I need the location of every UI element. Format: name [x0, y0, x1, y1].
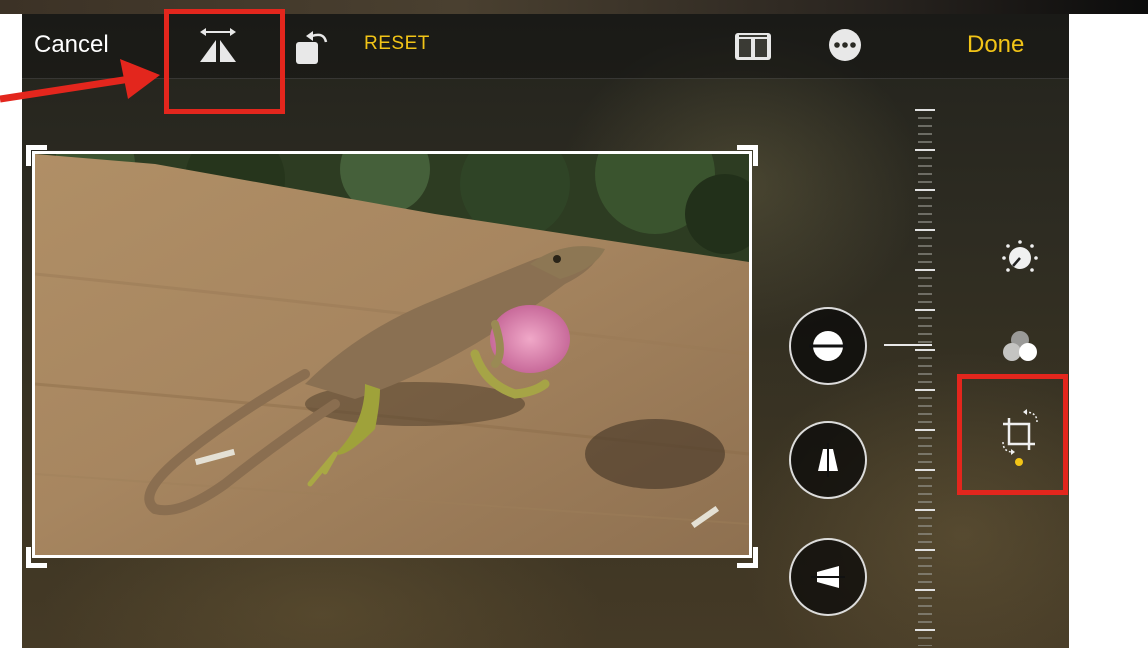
horizontal-perspective-button[interactable] [789, 538, 867, 616]
more-icon[interactable] [828, 28, 862, 62]
annotation-box-crop [957, 374, 1068, 495]
horizontal-perspective-icon [811, 566, 845, 588]
filters-icon[interactable] [998, 326, 1042, 370]
annotation-box-flip [164, 9, 285, 114]
straighten-ruler[interactable] [915, 106, 937, 646]
vertical-perspective-button[interactable] [789, 421, 867, 499]
crop-corner-top-right[interactable] [737, 145, 758, 166]
straighten-icon [809, 331, 847, 361]
crop-corner-top-left[interactable] [26, 145, 47, 166]
straighten-button[interactable] [789, 307, 867, 385]
crop-corner-bottom-right[interactable] [737, 547, 758, 568]
aspect-ratio-icon[interactable] [734, 30, 774, 64]
crop-corner-bottom-left[interactable] [26, 547, 47, 568]
done-button[interactable]: Done [967, 31, 1024, 59]
rotate-icon[interactable] [294, 26, 334, 68]
photo-canvas[interactable] [32, 151, 752, 558]
annotation-arrow [0, 59, 160, 103]
reset-button[interactable]: RESET [364, 33, 430, 55]
vertical-perspective-icon [818, 443, 838, 477]
adjust-icon[interactable] [998, 236, 1042, 280]
